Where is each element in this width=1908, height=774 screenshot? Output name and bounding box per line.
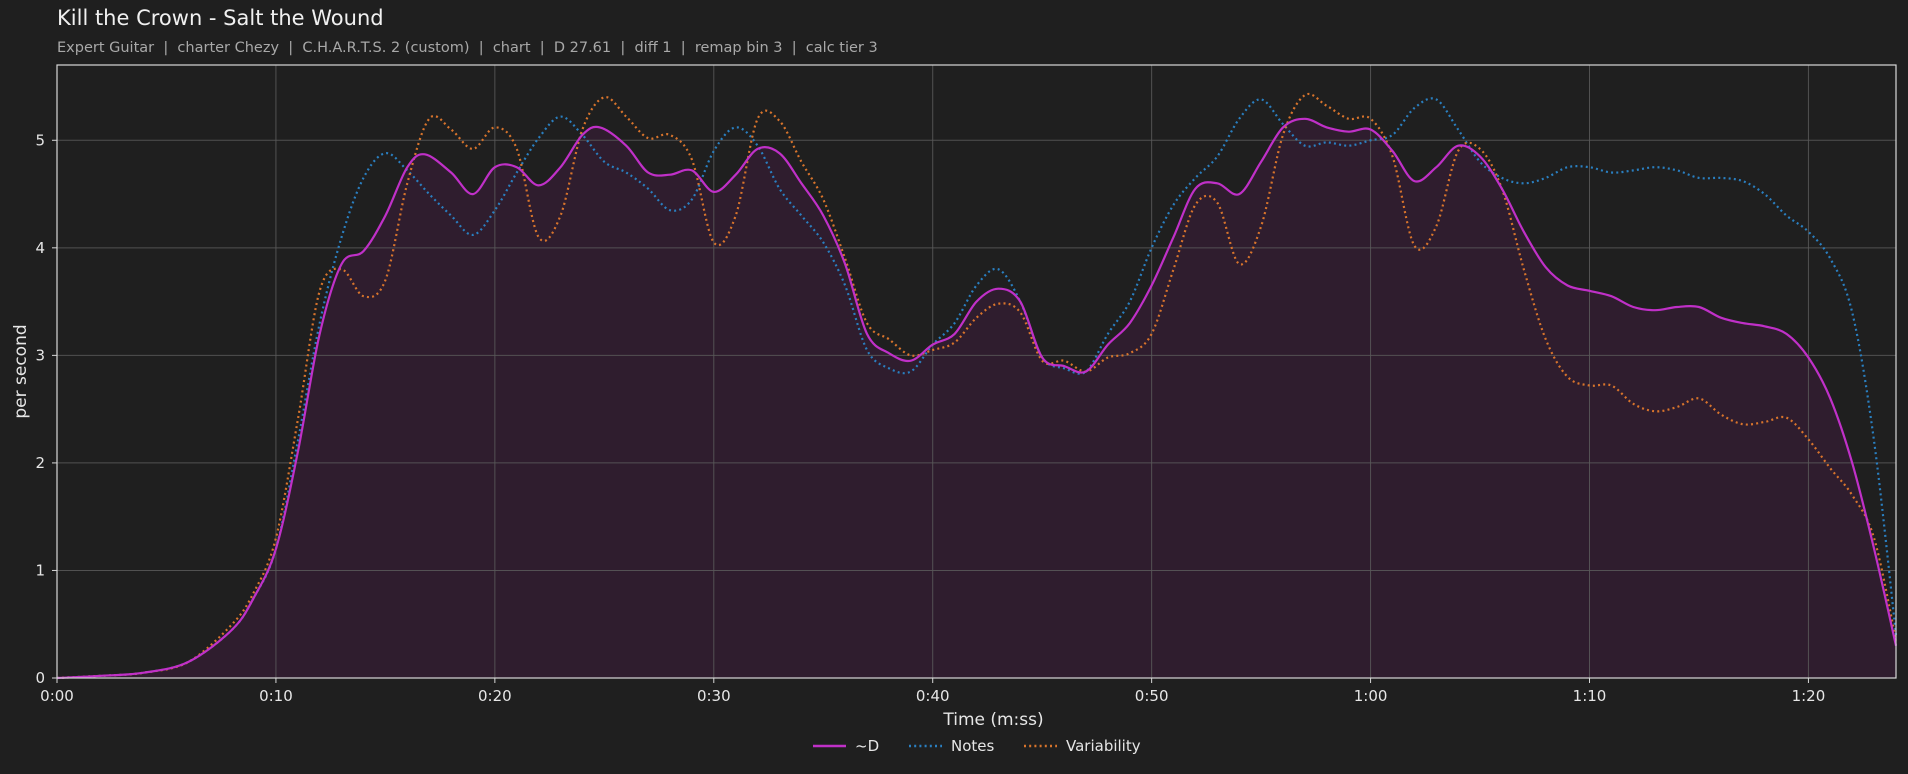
x-tick-label-8: 1:20: [1792, 687, 1826, 705]
legend-label-2: Variability: [1066, 737, 1141, 755]
y-axis-label: per second: [11, 324, 31, 418]
legend-label-1: Notes: [951, 737, 995, 755]
y-tick-label-1: 1: [35, 561, 45, 579]
x-axis-label: Time (m:ss): [942, 710, 1043, 730]
x-tick-label-0: 0:00: [40, 687, 74, 705]
chart-canvas: 0:00 0:10 0:20 0:30 0:40 0:50 1:00 1:10 1:20 0 1 2 3…: [11, 64, 1898, 755]
x-tick-label-6: 1:00: [1354, 687, 1388, 705]
y-tick-label-0: 0: [35, 669, 45, 687]
chart-root: Kill the Crown - Salt the Wound Expert G…: [0, 0, 1908, 774]
x-tick-label-4: 0:40: [916, 687, 950, 705]
y-tick-label-5: 5: [35, 131, 45, 149]
x-tick-label-7: 1:10: [1573, 687, 1607, 705]
x-tick-label-2: 0:20: [478, 687, 512, 705]
y-tick-label-3: 3: [35, 346, 45, 364]
x-tick-label-1: 0:10: [259, 687, 293, 705]
y-tick-label-4: 4: [35, 239, 45, 257]
legend-label-0: ~D: [855, 737, 879, 755]
y-tick-label-2: 2: [35, 454, 45, 472]
x-tick-label-3: 0:30: [697, 687, 731, 705]
x-tick-label-5: 0:50: [1135, 687, 1169, 705]
